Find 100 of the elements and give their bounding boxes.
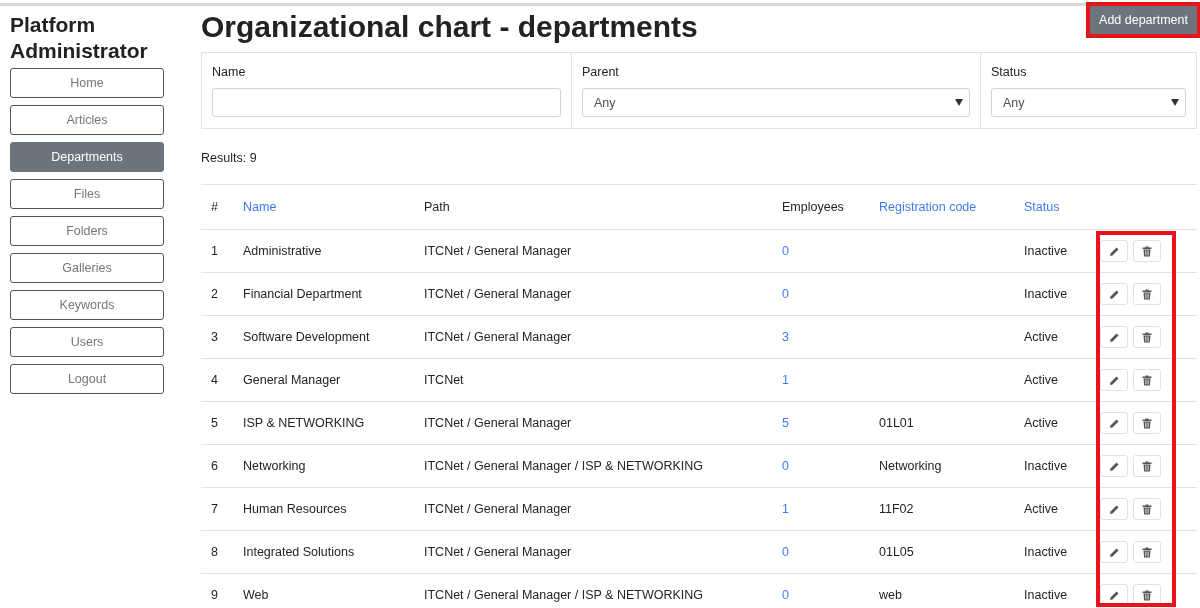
sortable-column-header[interactable]: Name: [243, 200, 277, 214]
table-cell: 9: [211, 588, 218, 602]
delete-button[interactable]: [1133, 412, 1161, 434]
table-cell: ITCNet / General Manager: [424, 330, 572, 344]
table-cell: ITCNet / General Manager: [424, 545, 572, 559]
edit-button[interactable]: [1100, 541, 1128, 563]
employee-count-link[interactable]: 3: [782, 330, 789, 344]
results-count: Results: 9: [201, 151, 258, 165]
table-cell: 5: [211, 416, 218, 430]
table-cell: Networking: [879, 459, 942, 473]
employee-count-link[interactable]: 1: [782, 502, 789, 516]
edit-button[interactable]: [1100, 240, 1128, 262]
table-cell: Administrative: [243, 244, 322, 258]
trash-icon: [1142, 374, 1152, 386]
column-header: Path: [424, 200, 450, 214]
pencil-icon: [1108, 460, 1120, 472]
table-cell: Active: [1024, 373, 1059, 387]
trash-icon: [1142, 503, 1152, 515]
edit-button[interactable]: [1100, 455, 1128, 477]
name-input-field[interactable]: [212, 88, 561, 117]
trash-icon: [1142, 331, 1152, 343]
trash-icon: [1142, 460, 1152, 472]
table-cell: Inactive: [1024, 244, 1068, 258]
table-cell: Human Resources: [243, 502, 347, 516]
delete-button[interactable]: [1133, 369, 1161, 391]
nav-button[interactable]: Articles: [10, 105, 164, 135]
select-dropdown[interactable]: Any: [582, 88, 970, 117]
sortable-column-header[interactable]: Registration code: [879, 200, 977, 214]
pencil-icon: [1108, 374, 1120, 386]
table-cell: 3: [211, 330, 218, 344]
filter-label: Status: [991, 65, 1028, 79]
delete-button[interactable]: [1133, 455, 1161, 477]
table-cell: Inactive: [1024, 287, 1068, 301]
table-cell: 1: [211, 244, 218, 258]
sortable-column-header[interactable]: Status: [1024, 200, 1060, 214]
employee-count-link[interactable]: 0: [782, 244, 789, 258]
table-cell: Inactive: [1024, 545, 1068, 559]
delete-button[interactable]: [1133, 498, 1161, 520]
table-cell: ITCNet / General Manager: [424, 502, 572, 516]
edit-button[interactable]: [1100, 369, 1128, 391]
nav-button[interactable]: Users: [10, 327, 164, 357]
pencil-icon: [1108, 503, 1120, 515]
trash-icon: [1142, 417, 1152, 429]
table-cell: Active: [1024, 502, 1059, 516]
employee-count-link[interactable]: 0: [782, 588, 789, 602]
page-title: Organizational chart - departments: [201, 9, 698, 45]
nav-button[interactable]: Keywords: [10, 290, 164, 320]
table-cell: Networking: [243, 459, 306, 473]
filter-label: Name: [212, 65, 247, 79]
pencil-icon: [1108, 589, 1120, 601]
table-cell: Active: [1024, 330, 1059, 344]
table-cell: ITCNet / General Manager: [424, 416, 572, 430]
nav-button[interactable]: Files: [10, 179, 164, 209]
delete-button[interactable]: [1133, 541, 1161, 563]
table-cell: web: [879, 588, 902, 602]
trash-icon: [1142, 546, 1152, 558]
trash-icon: [1142, 288, 1152, 300]
employee-count-link[interactable]: 0: [782, 459, 789, 473]
delete-button[interactable]: [1133, 584, 1161, 606]
table-cell: Inactive: [1024, 588, 1068, 602]
trash-icon: [1142, 589, 1152, 601]
pencil-icon: [1108, 288, 1120, 300]
table-cell: 7: [211, 502, 218, 516]
nav-button[interactable]: Home: [10, 68, 164, 98]
edit-button[interactable]: [1100, 498, 1128, 520]
employee-count-link[interactable]: 1: [782, 373, 789, 387]
column-header: #: [211, 200, 218, 214]
nav-button[interactable]: Logout: [10, 364, 164, 394]
delete-button[interactable]: [1133, 283, 1161, 305]
table-cell: ITCNet / General Manager / ISP & NETWORKING: [424, 459, 704, 473]
pencil-icon: [1108, 546, 1120, 558]
table-cell: 8: [211, 545, 218, 559]
edit-button[interactable]: [1100, 584, 1128, 606]
pencil-icon: [1108, 331, 1120, 343]
edit-button[interactable]: [1100, 283, 1128, 305]
select-dropdown[interactable]: Any: [991, 88, 1186, 117]
table-cell: 01L01: [879, 416, 914, 430]
employee-count-link[interactable]: 0: [782, 545, 789, 559]
column-header: Employees: [782, 200, 844, 214]
table-cell: 2: [211, 287, 218, 301]
edit-button[interactable]: [1100, 412, 1128, 434]
nav-button[interactable]: Galleries: [10, 253, 164, 283]
nav-button[interactable]: Departments: [10, 142, 164, 172]
dropdown-arrow-icon: [1171, 99, 1179, 106]
table-cell: 4: [211, 373, 218, 387]
nav-button[interactable]: Folders: [10, 216, 164, 246]
employee-count-link[interactable]: 0: [782, 287, 789, 301]
table-cell: Financial Department: [243, 287, 362, 301]
delete-button[interactable]: [1133, 326, 1161, 348]
employee-count-link[interactable]: 5: [782, 416, 789, 430]
table-cell: ITCNet / General Manager: [424, 287, 572, 301]
delete-button[interactable]: [1133, 240, 1161, 262]
table-cell: Inactive: [1024, 459, 1068, 473]
table-cell: ITCNet: [424, 373, 464, 387]
table-cell: ITCNet / General Manager / ISP & NETWORKING: [424, 588, 704, 602]
edit-button[interactable]: [1100, 326, 1128, 348]
table-cell: Integrated Solutions: [243, 545, 355, 559]
table-cell: ISP & NETWORKING: [243, 416, 365, 430]
table-cell: Web: [243, 588, 269, 602]
app-title: Administrator: [10, 38, 149, 64]
